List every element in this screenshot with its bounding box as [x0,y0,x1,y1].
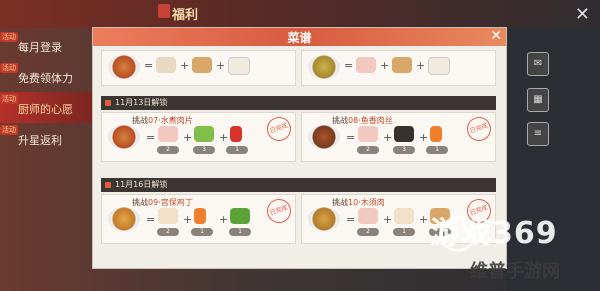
dish-icon [308,125,340,149]
chili-icon [230,126,242,142]
ingredient-icon [192,57,212,73]
equals-sign: = [146,213,156,226]
watermark-sub: 维普手游网 [470,261,560,282]
recipe-card[interactable]: 挑战09·宫保鸡丁 = 2 + 1 + 1 已完成 [101,194,296,244]
challenge-label: 挑战08·鱼香肉丝 [332,116,393,125]
sidebar: 活动 每月登录 活动 免费领体力 活动 厨师的心愿 活动 升星返利 [0,30,92,154]
ingredient-count: 1 [191,228,213,236]
list-icon[interactable]: ≡ [527,122,549,146]
sidebar-item-free-stamina[interactable]: 活动 免费领体力 [0,61,92,92]
plus-sign: + [383,213,393,226]
carrot-icon [194,208,206,224]
ingredient-count: 2 [157,228,179,236]
mushroom-icon [394,126,414,142]
completed-stamp: 已完成 [263,195,295,227]
ingredient-count: 3 [193,146,215,154]
plus-sign: + [419,213,429,226]
completed-stamp: 已完成 [463,113,495,145]
sidebar-item-chef-wish[interactable]: 活动 厨师的心愿 [0,92,92,123]
recipe-row: 挑战07·水煮肉片 = 2 + 3 + 1 已完成 挑战08·鱼香肉丝 = 2 … [101,112,496,162]
plus-sign: + [183,131,193,144]
ingredient-icon [228,57,250,75]
plus-sign: + [219,213,229,226]
challenge-label: 挑战07·水煮肉片 [132,116,193,125]
carrot-icon [430,126,442,142]
dish-icon [108,207,140,231]
dish-icon [108,55,140,79]
equals-sign: = [146,131,156,144]
recipe-card[interactable]: = + + [101,50,296,86]
dialog-header: 菜谱 ✕ [93,28,506,46]
ingredient-count: 1 [426,146,448,154]
pork-icon [358,208,378,224]
plus-sign: + [380,59,390,72]
watermark: 游戏369 [430,216,558,251]
completed-stamp: 已完成 [263,113,295,145]
sidebar-item-star-rebate[interactable]: 活动 升星返利 [0,123,92,154]
plus-sign: + [183,213,193,226]
ingredient-count: 1 [226,146,248,154]
plus-sign: + [180,59,190,72]
equals-sign: = [346,213,356,226]
recipe-card[interactable]: 挑战08·鱼香肉丝 = 2 + 3 + 1 已完成 [301,112,496,162]
sidebar-item-monthly-login[interactable]: 活动 每月登录 [0,30,92,61]
ingredient-count: 1 [393,228,415,236]
ingredient-icon [356,57,376,73]
dish-icon [308,55,340,79]
ingredient-icon [156,57,176,73]
challenge-label: 挑战09·宫保鸡丁 [132,198,193,207]
plus-sign: + [219,131,229,144]
section-marker [105,182,111,188]
plus-sign: + [216,59,226,72]
equals-sign: = [346,131,356,144]
vegetable-icon [194,126,214,142]
plus-sign: + [419,131,429,144]
dialog-title: 菜谱 [287,31,312,45]
welfare-icon [158,4,170,18]
plus-sign: + [416,59,426,72]
ingredient-icon [392,57,412,73]
ingredient-icon [428,57,450,75]
ingredient-count: 2 [357,146,379,154]
section-marker [105,100,111,106]
unlock-section-header: 11月13日解锁 [101,96,496,110]
ingredient-count: 2 [357,228,379,236]
partial-recipe-row: = + + = + + [101,50,496,86]
pork-icon [158,126,178,142]
welfare-title: 福利 [172,8,199,23]
unlock-date: 11月13日解锁 [115,98,168,107]
pork-icon [358,126,378,142]
sidebar-item-label: 每月登录 [18,41,62,54]
mail-icon[interactable]: ✉ [527,52,549,76]
close-icon[interactable]: ✕ [575,4,590,25]
calendar-icon[interactable]: ▦ [527,88,549,112]
activity-badge: 活动 [0,63,18,73]
plus-sign: + [383,131,393,144]
dialog-close-icon[interactable]: ✕ [490,28,502,44]
unlock-section-header: 11月16日解锁 [101,178,496,192]
ingredient-count: 1 [229,228,251,236]
equals-sign: = [344,59,354,72]
cucumber-icon [230,208,250,224]
ingredient-icon [394,208,414,224]
ingredient-count: 3 [393,146,415,154]
recipe-card[interactable]: 挑战07·水煮肉片 = 2 + 3 + 1 已完成 [101,112,296,162]
ingredient-count: 2 [157,146,179,154]
dish-icon [108,125,140,149]
unlock-date: 11月16日解锁 [115,180,168,189]
sidebar-item-label: 厨师的心愿 [18,103,73,116]
activity-badge: 活动 [0,125,18,135]
recipe-card[interactable]: = + + [301,50,496,86]
sidebar-item-label: 升星返利 [18,134,62,147]
challenge-label: 挑战10·木须肉 [332,198,385,207]
dish-icon [308,207,340,231]
sidebar-item-label: 免费领体力 [18,72,73,85]
chicken-icon [158,208,178,224]
equals-sign: = [144,59,154,72]
activity-badge: 活动 [0,32,18,42]
top-bar: 福利 [0,0,600,28]
activity-badge: 活动 [0,94,18,104]
